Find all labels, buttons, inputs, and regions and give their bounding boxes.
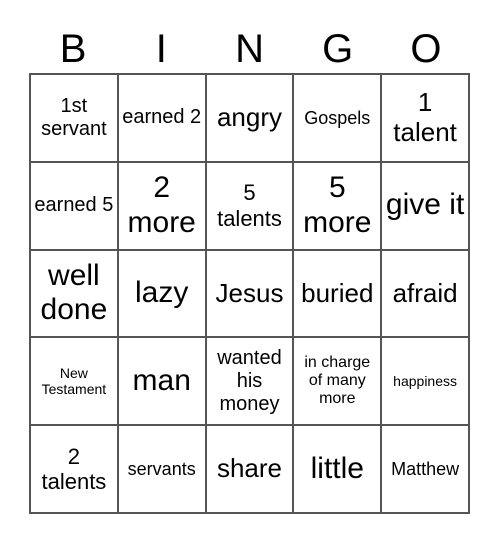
- header-letter-g: G: [322, 27, 354, 71]
- header-letter-o: O: [410, 27, 442, 71]
- header-letter-n: N: [235, 27, 264, 71]
- bingo-header: B I N G O: [29, 24, 470, 74]
- bingo-cell[interactable]: 2 talents: [30, 425, 118, 513]
- bingo-cell[interactable]: 2 more: [117, 161, 206, 250]
- bingo-cell[interactable]: earned 2: [117, 74, 206, 162]
- bingo-cell[interactable]: buried: [293, 249, 382, 338]
- bingo-cell[interactable]: 5 more: [293, 161, 382, 250]
- bingo-cell[interactable]: earned 5: [30, 161, 118, 250]
- bingo-cell[interactable]: 5 talents: [205, 161, 294, 250]
- bingo-cell[interactable]: angry: [205, 74, 294, 162]
- bingo-grid: 1st servant earned 2 angry Gospels 1 tal…: [29, 73, 470, 514]
- bingo-cell[interactable]: Jesus: [205, 249, 294, 338]
- bingo-cell[interactable]: 1 talent: [381, 74, 469, 162]
- bingo-cell[interactable]: man: [117, 337, 206, 426]
- bingo-cell[interactable]: servants: [117, 425, 206, 513]
- bingo-cell[interactable]: in charge of many more: [293, 337, 382, 426]
- header-letter-i: I: [155, 27, 167, 71]
- bingo-cell[interactable]: wanted his money: [205, 337, 294, 426]
- bingo-cell[interactable]: afraid: [381, 249, 469, 338]
- bingo-cell[interactable]: little: [293, 425, 382, 513]
- bingo-cell[interactable]: give it: [381, 161, 469, 250]
- bingo-cell[interactable]: Matthew: [381, 425, 469, 513]
- bingo-cell[interactable]: happiness: [381, 337, 469, 426]
- bingo-cell[interactable]: share: [205, 425, 294, 513]
- bingo-cell[interactable]: well done: [30, 249, 118, 338]
- bingo-cell[interactable]: Gospels: [293, 74, 382, 162]
- bingo-cell[interactable]: lazy: [117, 249, 206, 338]
- bingo-cell[interactable]: 1st servant: [30, 74, 118, 162]
- header-letter-b: B: [59, 27, 87, 71]
- bingo-cell[interactable]: New Testament: [30, 337, 118, 426]
